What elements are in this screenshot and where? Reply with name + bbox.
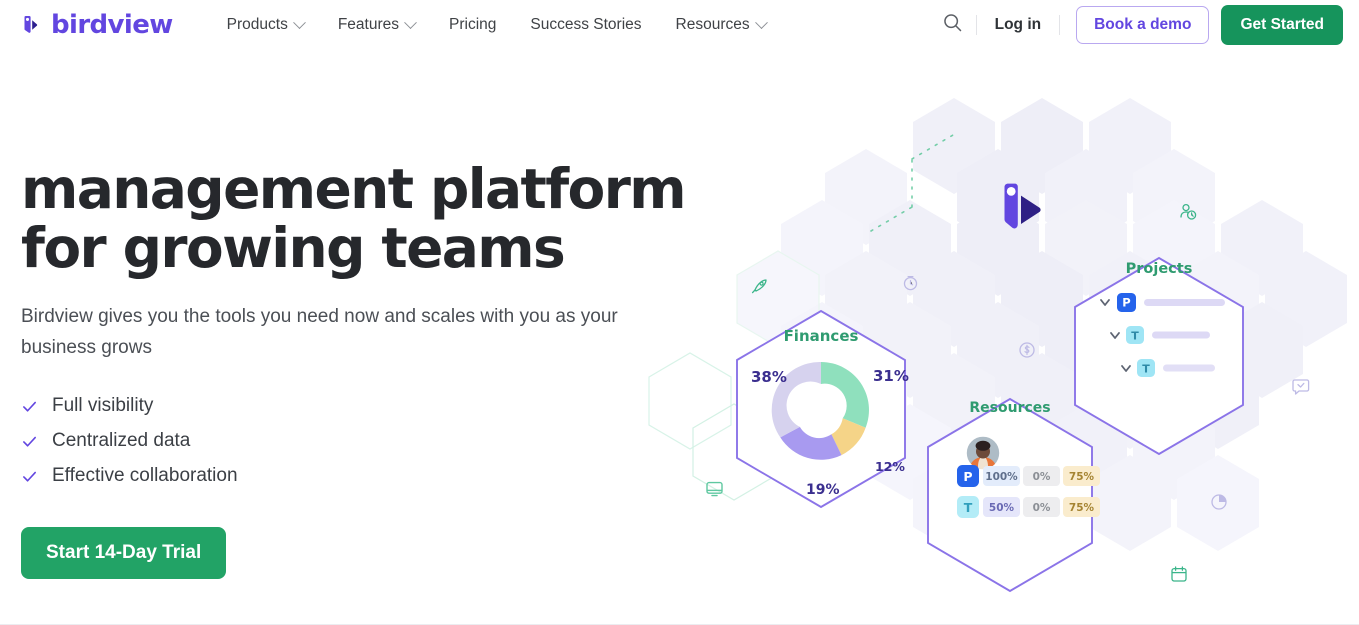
badge-label: T	[964, 500, 973, 515]
check-icon	[21, 468, 38, 485]
list-item: Full visibility	[21, 395, 721, 417]
nav-item-pricing[interactable]: Pricing	[432, 16, 513, 34]
finances-title: Finances	[784, 327, 859, 345]
book-a-demo-button[interactable]: Book a demo	[1076, 6, 1210, 44]
resources-row[interactable]: T 50% 0% 75%	[957, 496, 1100, 518]
resource-cell-value: 75%	[1069, 471, 1095, 483]
nav-item-products[interactable]: Products	[210, 15, 321, 34]
nav-label: Success Stories	[530, 16, 642, 33]
header-actions: Log in Book a demo Get Started	[936, 5, 1343, 45]
main-nav: Products Features Pricing Success Storie…	[210, 15, 783, 34]
hero-content: management platform for growing teams Bi…	[21, 157, 721, 580]
logo-text: birdview	[51, 10, 173, 40]
placeholder-bar	[1163, 364, 1215, 372]
chevron-down-icon	[404, 15, 417, 29]
login-link[interactable]: Log in	[977, 16, 1060, 34]
chevron-down-icon	[292, 15, 306, 29]
get-started-button[interactable]: Get Started	[1221, 5, 1343, 45]
chevron-down-icon	[754, 15, 768, 29]
resource-cell-value: 50%	[989, 502, 1015, 514]
search-icon	[942, 12, 963, 38]
hero-illustration: Finances 38% 31% 12% 19% Projects P T T …	[620, 85, 1359, 615]
page-title: management platform for growing teams	[21, 157, 721, 281]
site-header: birdview Products Features Pricing Succe…	[0, 0, 1359, 50]
placeholder-bar	[1152, 331, 1210, 339]
placeholder-bar	[1144, 299, 1225, 306]
finances-label-12: 12%	[875, 459, 905, 474]
birdview-bird-logo-icon	[21, 13, 45, 37]
resource-cell-value: 0%	[1033, 471, 1051, 483]
list-item-label: Centralized data	[52, 430, 191, 452]
nav-label: Pricing	[449, 16, 497, 33]
divider	[1059, 15, 1061, 35]
benefits-list: Full visibility Centralized data Effecti…	[21, 395, 721, 487]
resources-row[interactable]: P 100% 0% 75%	[957, 465, 1100, 487]
search-button[interactable]	[936, 8, 970, 42]
nav-label: Resources	[675, 16, 750, 33]
projects-title: Projects	[1126, 261, 1193, 277]
nav-label: Products	[226, 16, 288, 33]
nav-item-success-stories[interactable]: Success Stories	[513, 16, 658, 34]
list-item: Centralized data	[21, 430, 721, 452]
start-trial-button[interactable]: Start 14-Day Trial	[21, 527, 227, 580]
list-item: Effective collaboration	[21, 465, 721, 487]
nav-item-resources[interactable]: Resources	[659, 15, 783, 34]
resources-title: Resources	[969, 400, 1050, 416]
check-icon	[21, 398, 38, 415]
hex-icon-calendar	[1171, 566, 1187, 582]
hexagon-network-illustration: Finances 38% 31% 12% 19% Projects P T T …	[648, 98, 1347, 593]
logo[interactable]: birdview	[21, 12, 173, 38]
badge-label: P	[1122, 296, 1130, 310]
badge-label: T	[1131, 329, 1139, 342]
nav-item-features[interactable]: Features	[321, 15, 432, 34]
list-item-label: Effective collaboration	[52, 465, 238, 487]
hero-subcopy: Birdview gives you the tools you need no…	[21, 305, 618, 359]
list-item-label: Full visibility	[52, 395, 154, 417]
badge-label: P	[963, 469, 972, 484]
resource-cell-value: 100%	[985, 471, 1018, 483]
finances-label-38: 38%	[751, 368, 787, 386]
headline-line-1: management platform	[21, 157, 687, 221]
finances-label-19: 19%	[806, 482, 840, 498]
badge-label: T	[1142, 362, 1150, 375]
resource-cell-value: 75%	[1069, 502, 1095, 514]
headline-line-2: for growing teams	[21, 216, 566, 281]
landing-page: birdview Products Features Pricing Succe…	[0, 0, 1359, 625]
finances-label-31: 31%	[873, 367, 909, 385]
hex-icon-chat-bubble	[1292, 379, 1310, 395]
resource-cell-value: 0%	[1033, 502, 1051, 514]
nav-label: Features	[337, 16, 400, 33]
check-icon	[21, 433, 38, 450]
